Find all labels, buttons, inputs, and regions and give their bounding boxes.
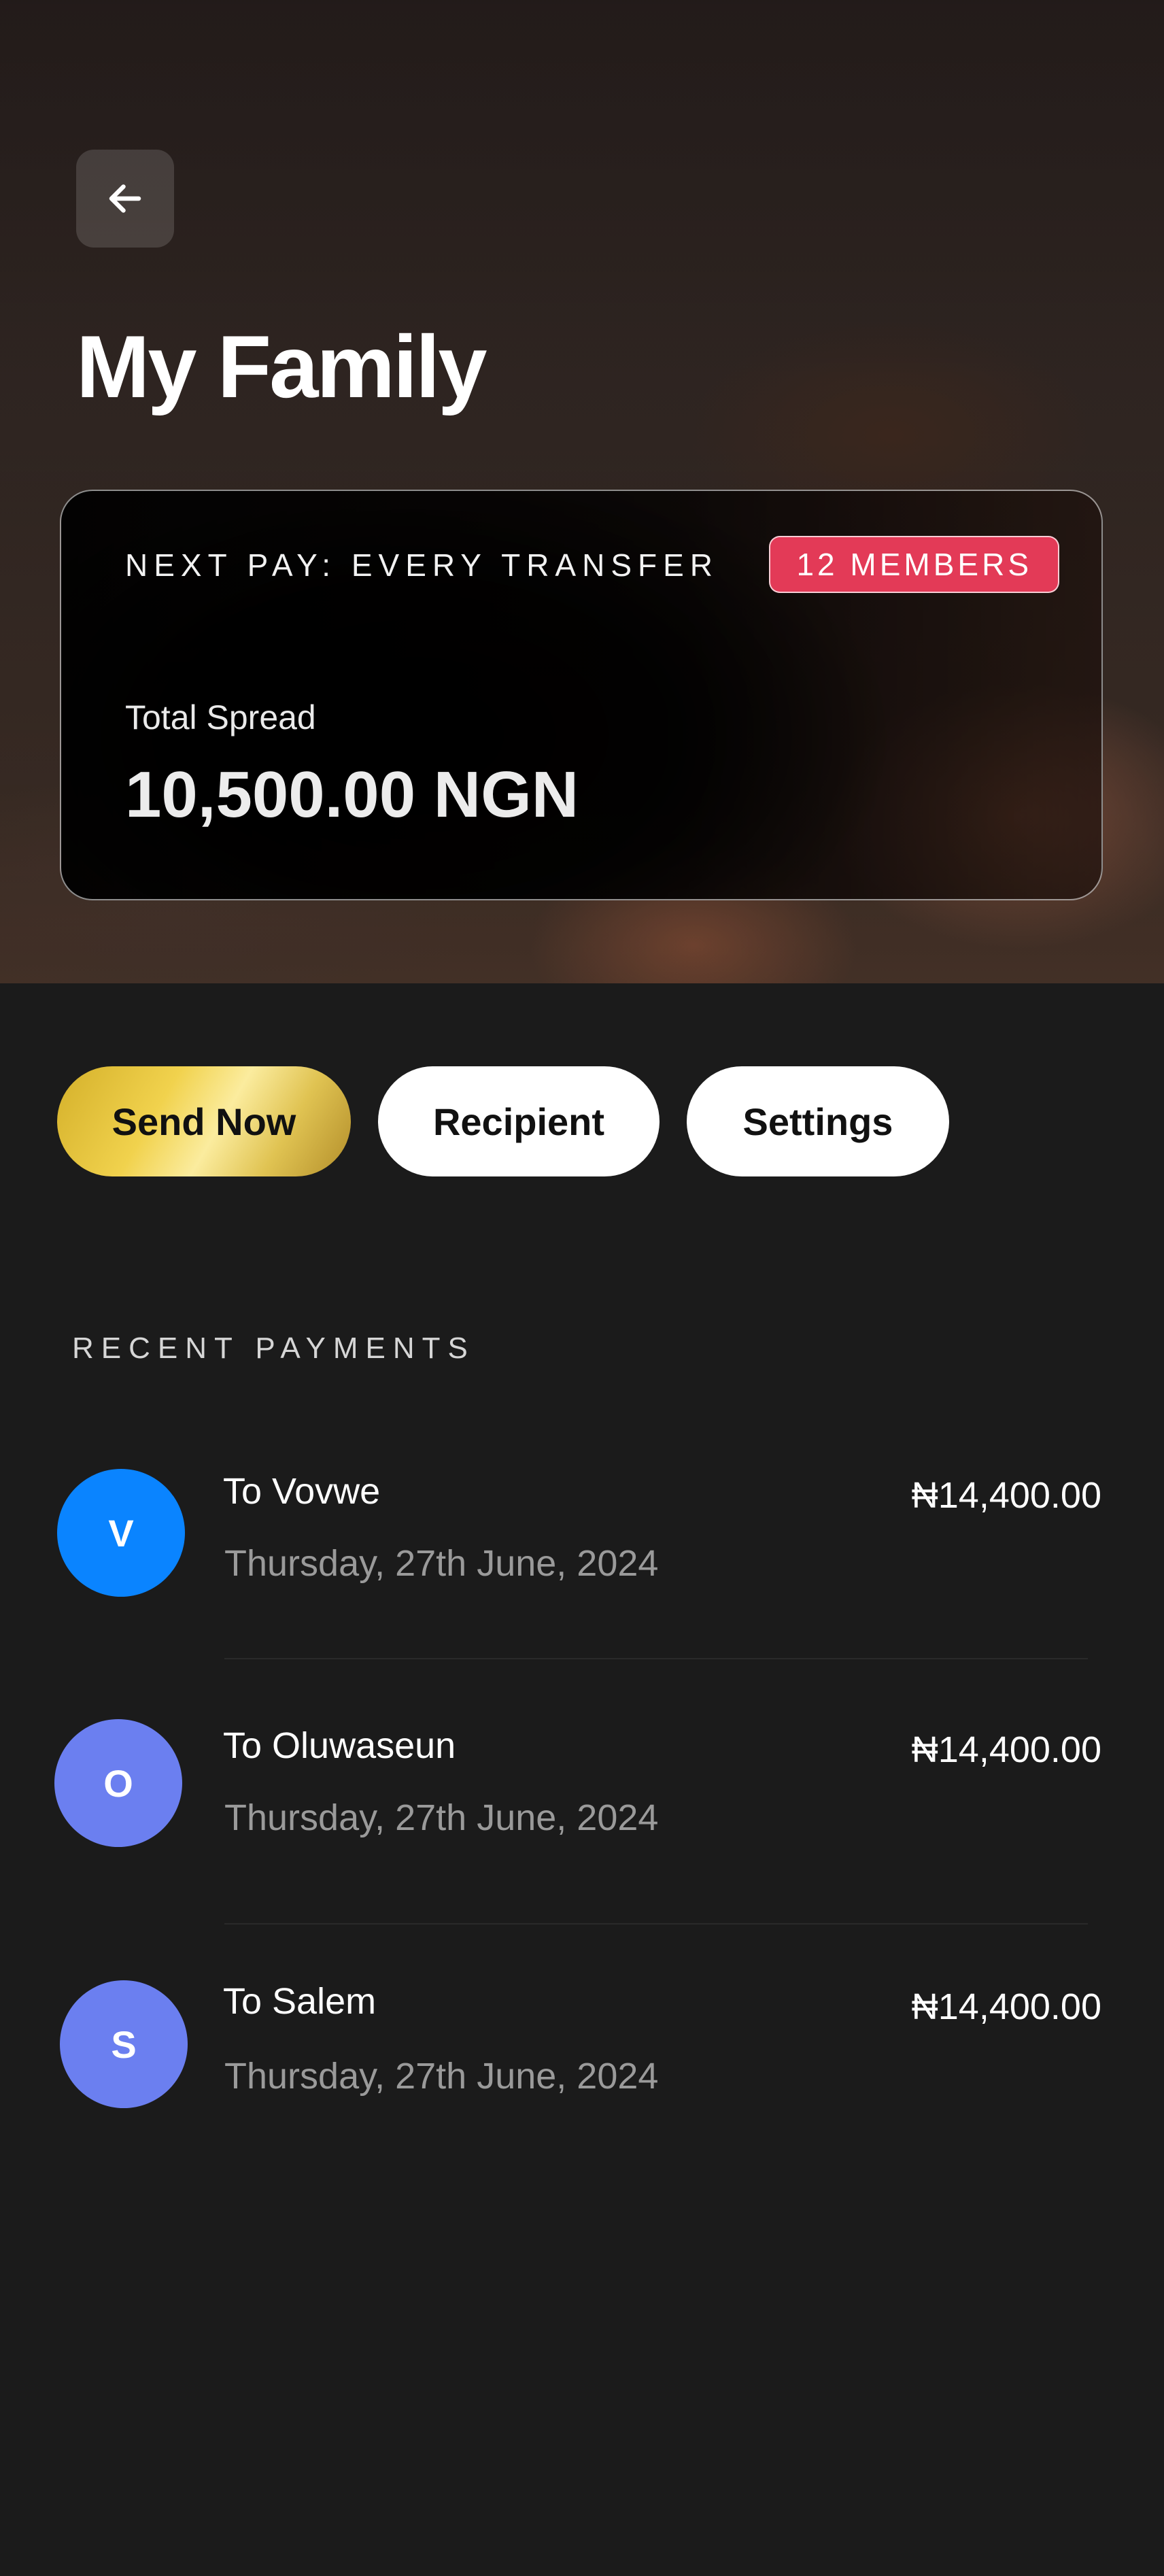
payment-item[interactable]: V To Vovwe Thursday, 27th June, 2024 ₦14… bbox=[0, 1462, 1164, 1598]
next-pay-label: NEXT PAY: EVERY TRANSFER bbox=[125, 547, 719, 583]
payment-recipient-name: To Salem bbox=[223, 1981, 377, 2022]
payment-item[interactable]: O To Oluwaseun Thursday, 27th June, 2024… bbox=[0, 1714, 1164, 1850]
members-badge: 12 MEMBERS bbox=[769, 536, 1059, 593]
total-spread-value: 10,500.00 NGN bbox=[125, 758, 579, 831]
page-title: My Family bbox=[76, 317, 487, 416]
payment-amount: ₦14,400.00 bbox=[911, 1475, 1101, 1516]
send-now-button[interactable]: Send Now bbox=[57, 1066, 351, 1176]
payment-date: Thursday, 27th June, 2024 bbox=[224, 2056, 659, 2097]
payment-amount: ₦14,400.00 bbox=[911, 1986, 1101, 2027]
avatar-initial: V bbox=[108, 1511, 134, 1555]
payment-recipient-name: To Vovwe bbox=[223, 1471, 381, 1512]
arrow-left-icon bbox=[109, 184, 141, 213]
action-buttons: Send Now Recipient Settings bbox=[57, 1066, 949, 1176]
avatar: S bbox=[60, 1980, 188, 2108]
divider bbox=[224, 1923, 1088, 1925]
family-summary-card: NEXT PAY: EVERY TRANSFER 12 MEMBERS Tota… bbox=[60, 490, 1103, 900]
avatar-initial: O bbox=[103, 1761, 133, 1805]
settings-button[interactable]: Settings bbox=[687, 1066, 949, 1176]
avatar: O bbox=[54, 1719, 182, 1847]
payment-date: Thursday, 27th June, 2024 bbox=[224, 1543, 659, 1584]
back-button[interactable] bbox=[76, 150, 174, 248]
total-spread-label: Total Spread bbox=[125, 698, 316, 736]
divider bbox=[224, 1658, 1088, 1659]
payment-date: Thursday, 27th June, 2024 bbox=[224, 1797, 659, 1838]
avatar-initial: S bbox=[111, 2022, 137, 2066]
recent-payments-heading: RECENT PAYMENTS bbox=[72, 1332, 475, 1365]
payment-item[interactable]: S To Salem Thursday, 27th June, 2024 ₦14… bbox=[0, 1973, 1164, 2109]
payment-amount: ₦14,400.00 bbox=[911, 1729, 1101, 1770]
payment-recipient-name: To Oluwaseun bbox=[223, 1725, 456, 1766]
hero-header: My Family NEXT PAY: EVERY TRANSFER 12 ME… bbox=[0, 0, 1164, 983]
recipient-button[interactable]: Recipient bbox=[378, 1066, 660, 1176]
avatar: V bbox=[57, 1469, 185, 1597]
